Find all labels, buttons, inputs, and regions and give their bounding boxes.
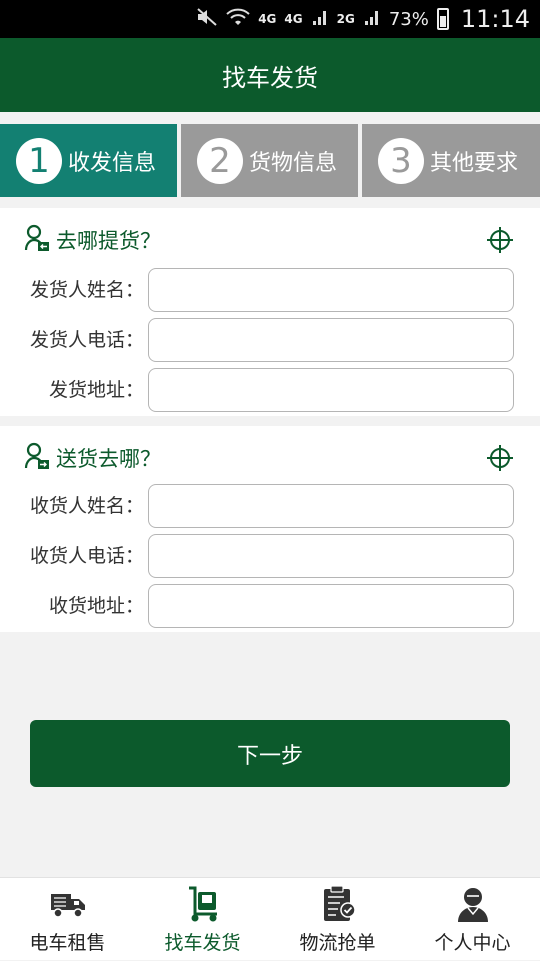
pickup-title: 去哪提货？ xyxy=(56,229,161,253)
field-label: 收货人电话： xyxy=(29,545,144,567)
nav-label: 个人中心 xyxy=(434,932,511,954)
nav-label: 找车发货 xyxy=(164,932,241,954)
pickup-person-icon xyxy=(24,224,50,256)
battery-percent: 73% xyxy=(388,8,429,30)
delivery-header: 送货去哪？ xyxy=(24,440,161,476)
field-label: 发货人电话： xyxy=(29,329,144,351)
clock: 11:14 xyxy=(460,5,530,33)
mute-icon xyxy=(196,7,218,32)
shipper-name-row: 发货人姓名： xyxy=(0,268,540,312)
nav-item-ev-sales[interactable]: 电车租售 xyxy=(0,878,135,961)
battery-icon xyxy=(436,8,449,30)
status-bar: 4G 4G 2G 73% 11:14 xyxy=(0,0,540,38)
receiver-address-input[interactable] xyxy=(148,584,514,628)
shipper-address-row: 发货地址： xyxy=(0,368,540,412)
step-indicator: 1 收发信息 2 货物信息 3 其他要求 xyxy=(0,124,540,197)
receiver-phone-input[interactable] xyxy=(148,534,514,578)
network-type: 4G xyxy=(258,12,277,26)
next-step-label: 下一步 xyxy=(236,743,303,769)
receiver-name-input[interactable] xyxy=(148,484,514,528)
field-label: 收货地址： xyxy=(48,595,144,617)
nav-label: 电车租售 xyxy=(29,932,106,954)
delivery-person-icon xyxy=(24,442,50,474)
shipper-name-input[interactable] xyxy=(148,268,514,312)
pickup-section: 去哪提货？ 发货人姓名： 发货人电话： 发货地址： xyxy=(0,208,540,416)
receiver-phone-row: 收货人电话： xyxy=(0,534,540,578)
cart-dolly-icon xyxy=(183,884,223,924)
app-header: 找车发货 xyxy=(0,38,540,112)
step-2[interactable]: 2 货物信息 xyxy=(181,124,358,197)
shipper-phone-input[interactable] xyxy=(148,318,514,362)
shipper-phone-row: 发货人电话： xyxy=(0,318,540,362)
field-label: 收货人姓名： xyxy=(29,495,144,517)
nav-label: 物流抢单 xyxy=(299,932,376,954)
field-label: 发货地址： xyxy=(48,379,144,401)
pickup-header: 去哪提货？ xyxy=(24,222,161,258)
locate-icon[interactable] xyxy=(486,226,514,254)
step-3[interactable]: 3 其他要求 xyxy=(362,124,540,197)
bottom-nav: 电车租售 找车发货 物流抢单 个人中心 xyxy=(0,877,540,960)
locate-icon[interactable] xyxy=(486,444,514,472)
truck-icon xyxy=(48,884,88,924)
step-label: 收发信息 xyxy=(68,150,157,176)
receiver-name-row: 收货人姓名： xyxy=(0,484,540,528)
step-number: 1 xyxy=(16,137,62,184)
status-icons: 4G 4G 2G 73% 11:14 xyxy=(196,0,530,38)
person-icon xyxy=(453,884,493,924)
step-label: 货物信息 xyxy=(249,150,338,176)
step-1[interactable]: 1 收发信息 xyxy=(0,124,177,197)
step-number: 2 xyxy=(197,137,243,184)
delivery-title: 送货去哪？ xyxy=(56,447,161,471)
field-label: 发货人姓名： xyxy=(29,279,144,301)
nav-item-grab-orders[interactable]: 物流抢单 xyxy=(270,878,405,961)
wifi-icon xyxy=(226,7,250,32)
delivery-section: 送货去哪？ 收货人姓名： 收货人电话： 收货地址： xyxy=(0,426,540,632)
step-label: 其他要求 xyxy=(430,150,519,176)
step-number: 3 xyxy=(378,137,424,184)
signal-1-label: 4G xyxy=(284,12,303,26)
clipboard-check-icon xyxy=(318,884,358,924)
signal-2-label: 2G xyxy=(336,12,355,26)
nav-item-find-vehicle[interactable]: 找车发货 xyxy=(135,878,270,961)
signal-icon xyxy=(311,7,329,31)
nav-item-profile[interactable]: 个人中心 xyxy=(405,878,540,961)
page-title: 找车发货 xyxy=(222,63,318,92)
receiver-address-row: 收货地址： xyxy=(0,584,540,628)
signal-icon xyxy=(363,7,381,31)
next-step-button[interactable]: 下一步 xyxy=(30,720,510,787)
shipper-address-input[interactable] xyxy=(148,368,514,412)
